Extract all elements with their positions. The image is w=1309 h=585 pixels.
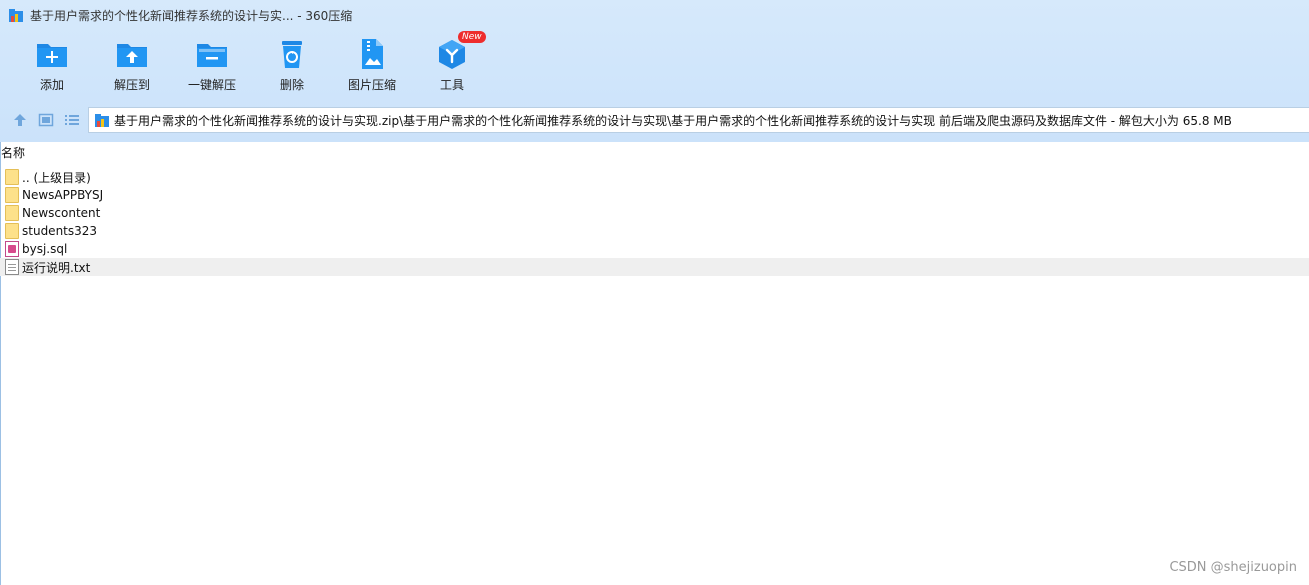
list-item[interactable]: NewsAPPBYSJ: [0, 186, 1309, 204]
list-item[interactable]: students323: [0, 222, 1309, 240]
folder-icon: [5, 223, 19, 239]
up-arrow-icon[interactable]: [12, 112, 28, 128]
folder-extract-icon: [115, 38, 149, 70]
one-click-extract-button[interactable]: 一键解压: [172, 38, 252, 96]
list-item[interactable]: Newscontent: [0, 204, 1309, 222]
top-panel: 基于用户需求的个性化新闻推荐系统的设计与实... - 360压缩 添加 解压到 …: [0, 0, 1309, 142]
file-name: 运行说明.txt: [22, 260, 91, 275]
new-badge: New: [458, 31, 486, 43]
tools-button[interactable]: New 工具: [412, 31, 492, 96]
file-list: .. (上级目录) NewsAPPBYSJ Newscontent studen…: [0, 168, 1309, 276]
watermark: CSDN @shejizuopin: [1169, 560, 1297, 575]
folder-icon: [5, 187, 19, 203]
archive-icon: [94, 112, 110, 128]
app-logo-icon: [8, 7, 24, 23]
list-item-parent-dir[interactable]: .. (上级目录): [0, 168, 1309, 186]
list-item-selected[interactable]: 运行说明.txt: [0, 258, 1309, 276]
delete-label: 删除: [279, 78, 304, 92]
title-bar: 基于用户需求的个性化新闻推荐系统的设计与实... - 360压缩: [0, 0, 1309, 30]
navigation-bar: 基于用户需求的个性化新闻推荐系统的设计与实现.zip\基于用户需求的个性化新闻推…: [0, 104, 1309, 136]
tools-label: 工具: [439, 78, 464, 92]
extract-to-button[interactable]: 解压到: [92, 38, 172, 96]
sql-file-icon: [5, 241, 19, 257]
list-item[interactable]: bysj.sql: [0, 240, 1309, 258]
image-compress-button[interactable]: 图片压缩: [332, 38, 412, 96]
folder-add-icon: [35, 38, 69, 70]
file-name: Newscontent: [22, 206, 101, 220]
path-bar[interactable]: 基于用户需求的个性化新闻推荐系统的设计与实现.zip\基于用户需求的个性化新闻推…: [88, 107, 1309, 133]
list-view-icon[interactable]: [64, 112, 80, 128]
image-compress-icon: [355, 38, 389, 70]
toolbar: 添加 解压到 一键解压 删除 图片压缩 New 工具: [12, 31, 492, 96]
path-text: 基于用户需求的个性化新闻推荐系统的设计与实现.zip\基于用户需求的个性化新闻推…: [114, 113, 1232, 128]
recycle-bin-icon: [275, 38, 309, 70]
folder-icon: [5, 205, 19, 221]
text-file-icon: [5, 259, 19, 275]
file-name: students323: [22, 224, 98, 238]
thumbnail-view-icon[interactable]: [38, 112, 54, 128]
delete-button[interactable]: 删除: [252, 38, 332, 96]
file-name: bysj.sql: [22, 242, 68, 256]
one-click-extract-label: 一键解压: [187, 78, 236, 92]
add-button[interactable]: 添加: [12, 38, 92, 96]
file-name: NewsAPPBYSJ: [22, 188, 104, 202]
window-title: 基于用户需求的个性化新闻推荐系统的设计与实... - 360压缩: [30, 8, 353, 23]
image-compress-label: 图片压缩: [347, 78, 396, 92]
folder-icon: [5, 169, 19, 185]
column-header-name[interactable]: 名称: [0, 144, 1309, 162]
add-label: 添加: [39, 78, 64, 92]
extract-to-label: 解压到: [113, 78, 150, 92]
folder-minus-icon: [195, 38, 229, 70]
file-name: .. (上级目录): [22, 170, 91, 185]
